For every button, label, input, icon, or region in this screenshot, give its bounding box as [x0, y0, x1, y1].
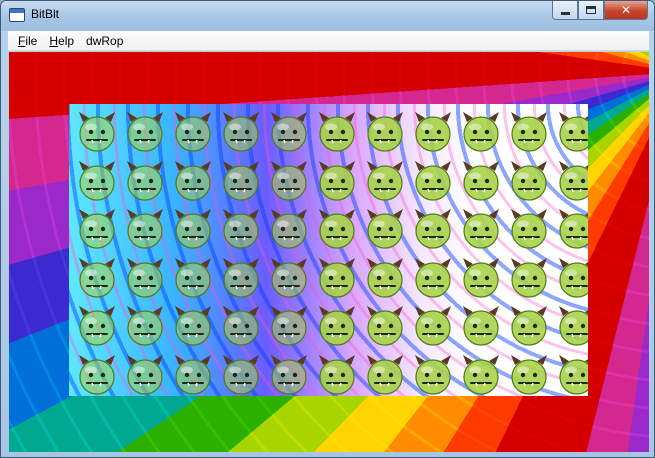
bitblt-result-region: [69, 104, 588, 396]
devil-smiley-icon: [361, 302, 409, 350]
devil-smiley-icon: [553, 254, 588, 302]
devil-smiley-icon: [313, 205, 361, 253]
devil-smiley-icon: [73, 157, 121, 205]
devil-smiley-icon: [505, 254, 553, 302]
menu-help[interactable]: Help: [43, 34, 80, 48]
devil-smiley-icon: [457, 205, 505, 253]
devil-smiley-icon: [505, 205, 553, 253]
close-icon: ✕: [620, 3, 632, 17]
devil-smiley-icon: [553, 205, 588, 253]
devil-smiley-icon: [361, 351, 409, 397]
title-bar[interactable]: BitBlt ✕: [1, 1, 654, 31]
devil-smiley-icon: [169, 157, 217, 205]
devil-smiley-icon: [169, 108, 217, 156]
caption-buttons: ✕: [552, 1, 648, 21]
menu-file[interactable]: File: [12, 34, 43, 48]
devil-smiley-icon: [169, 254, 217, 302]
devil-smiley-icon: [457, 157, 505, 205]
devil-smiley-icon: [121, 254, 169, 302]
maximize-button[interactable]: [578, 1, 604, 20]
devil-smiley-icon: [313, 254, 361, 302]
devil-smiley-icon: [265, 157, 313, 205]
devil-smiley-icon: [409, 351, 457, 397]
devil-smiley-icon: [361, 157, 409, 205]
devil-smiley-icon: [409, 254, 457, 302]
devil-smiley-icon: [457, 302, 505, 350]
devil-smiley-icon: [169, 351, 217, 397]
client-area-canvas[interactable]: [9, 52, 649, 452]
devil-smiley-icon: [265, 254, 313, 302]
devil-smiley-icon: [265, 351, 313, 397]
devil-smiley-icon: [265, 205, 313, 253]
devil-smiley-icon: [553, 302, 588, 350]
devil-smiley-icon: [217, 205, 265, 253]
devil-smiley-icon: [409, 205, 457, 253]
window-title: BitBlt: [31, 7, 60, 21]
devil-smiley-icon: [409, 302, 457, 350]
devil-smiley-icon: [217, 351, 265, 397]
devil-smiley-icon: [457, 108, 505, 156]
menu-bar: File Help dwRop: [8, 31, 649, 51]
devil-smiley-icon: [73, 205, 121, 253]
devil-smiley-icon: [361, 108, 409, 156]
devil-smiley-icon: [73, 351, 121, 397]
devil-smiley-icon: [409, 157, 457, 205]
devil-smiley-icon: [409, 108, 457, 156]
devil-smiley-icon: [361, 205, 409, 253]
devil-smiley-icon: [73, 254, 121, 302]
devil-smiley-icon: [169, 302, 217, 350]
devil-smiley-icon: [169, 205, 217, 253]
maximize-icon: [586, 6, 596, 14]
devil-smiley-icon: [505, 157, 553, 205]
devil-smiley-icon: [553, 351, 588, 397]
devil-smiley-icon: [361, 254, 409, 302]
devil-smiley-icon: [121, 157, 169, 205]
bitblt-window: BitBlt ✕ File Help dwRop: [0, 0, 655, 458]
devil-smiley-icon: [217, 108, 265, 156]
app-window-icon[interactable]: [9, 8, 25, 22]
devil-smiley-icon: [265, 302, 313, 350]
close-button[interactable]: ✕: [604, 1, 648, 20]
devil-smiley-icon: [121, 205, 169, 253]
minimize-icon: [560, 11, 570, 15]
devil-smiley-icon: [121, 302, 169, 350]
devil-smiley-icon: [457, 254, 505, 302]
devil-smiley-icon: [505, 302, 553, 350]
devil-smiley-icon: [313, 351, 361, 397]
devil-smiley-icon: [217, 157, 265, 205]
devil-smiley-icon: [265, 108, 313, 156]
devil-smiley-icon: [457, 351, 505, 397]
devil-smiley-icon: [73, 302, 121, 350]
devil-smiley-icon: [217, 302, 265, 350]
sprite-grid: [73, 108, 588, 396]
devil-smiley-icon: [313, 157, 361, 205]
devil-smiley-icon: [121, 351, 169, 397]
devil-smiley-icon: [553, 108, 588, 156]
devil-smiley-icon: [121, 108, 169, 156]
devil-smiley-icon: [505, 108, 553, 156]
minimize-button[interactable]: [552, 1, 578, 20]
devil-smiley-icon: [553, 157, 588, 205]
devil-smiley-icon: [313, 108, 361, 156]
devil-smiley-icon: [73, 108, 121, 156]
menu-dwrop[interactable]: dwRop: [80, 34, 129, 48]
devil-smiley-icon: [313, 302, 361, 350]
devil-smiley-icon: [505, 351, 553, 397]
devil-smiley-icon: [217, 254, 265, 302]
